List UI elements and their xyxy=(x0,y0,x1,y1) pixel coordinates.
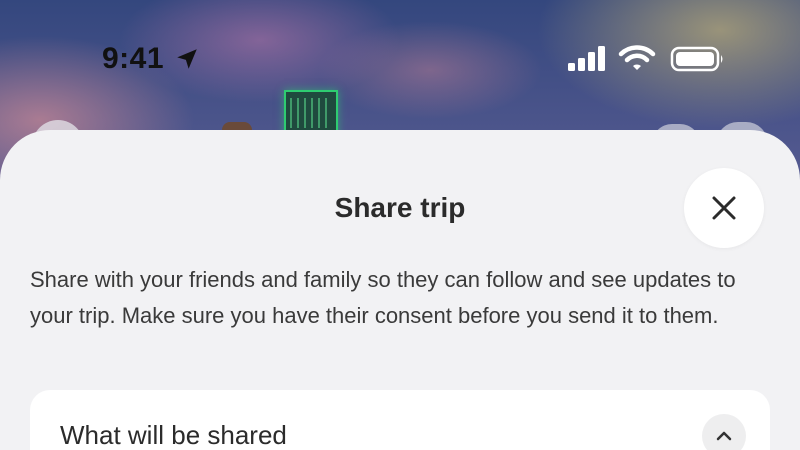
wifi-icon xyxy=(618,45,656,70)
location-arrow-icon xyxy=(177,49,197,69)
cellular-signal-icon xyxy=(568,46,605,71)
chevron-up-icon xyxy=(716,431,732,441)
share-description: Share with your friends and family so th… xyxy=(30,267,736,328)
close-icon xyxy=(712,196,736,220)
section-title: What will be shared xyxy=(60,420,287,450)
battery-icon xyxy=(670,46,723,72)
collapse-section-button[interactable] xyxy=(702,414,746,450)
sheet-title: Share trip xyxy=(334,192,466,223)
status-time: 9:41 xyxy=(102,42,165,75)
close-button[interactable] xyxy=(684,168,764,248)
shared-details-section[interactable]: What will be shared xyxy=(30,390,770,450)
